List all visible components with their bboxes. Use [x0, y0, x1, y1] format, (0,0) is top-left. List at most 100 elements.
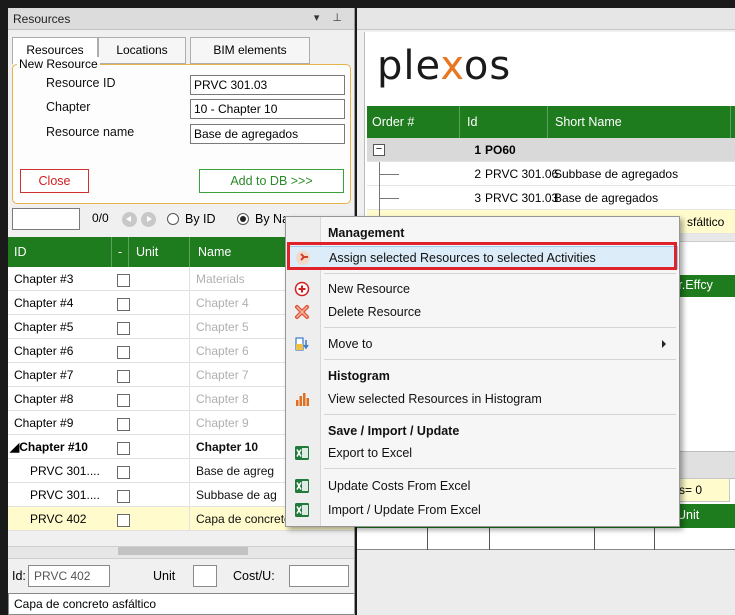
resource-name-label: Resource name [46, 125, 135, 139]
chapter-field[interactable]: 10 - Chapter 10 [190, 99, 345, 119]
row-id: Chapter #9 [14, 416, 74, 430]
row-id: PRVC 402 [30, 512, 87, 526]
col-unit-header[interactable]: Unit [136, 245, 158, 259]
row-short-name: sfáltico [687, 215, 725, 229]
row-id: PRVC 301.06 [485, 167, 559, 181]
chapter-label: Chapter [46, 100, 91, 114]
row-id: Chapter #5 [14, 320, 74, 334]
row-checkbox[interactable] [117, 418, 130, 431]
menu-item-view-histogram[interactable]: View selected Resources in Histogram [287, 388, 678, 411]
row-id: Chapter #6 [14, 344, 74, 358]
menu-item-label: Move to [328, 337, 373, 351]
row-id: Chapter #3 [14, 272, 74, 286]
highlight-annotation-box [287, 242, 677, 270]
tab-locations[interactable]: Locations [98, 37, 186, 64]
row-id: Chapter #4 [14, 296, 74, 310]
submenu-arrow-icon [662, 340, 666, 348]
by-name-radio[interactable] [237, 213, 249, 225]
collapse-icon[interactable]: − [373, 144, 385, 156]
col-order-header[interactable]: Order # [372, 115, 414, 129]
row-order: 3 [474, 191, 481, 205]
detail-unit-field[interactable] [193, 565, 217, 587]
activity-row[interactable]: 2 PRVC 301.06 Subbase de agregados [367, 162, 735, 186]
add-icon [294, 281, 310, 297]
menu-section-histogram: Histogram [328, 369, 390, 383]
row-checkbox[interactable] [117, 394, 130, 407]
search-count: 0/0 [92, 211, 109, 225]
panel-title-bar: Resources ▾ ⊥ [8, 8, 354, 30]
detail-cost-field[interactable] [289, 565, 349, 587]
search-input[interactable] [12, 208, 80, 230]
scrollbar-thumb[interactable] [118, 547, 248, 555]
menu-item-new-resource[interactable]: New Resource [287, 278, 678, 301]
menu-item-update-costs[interactable]: Update Costs From Excel [287, 475, 678, 498]
activities-grid-header: Order # Id Short Name D [367, 106, 735, 138]
delete-icon [295, 305, 309, 319]
row-checkbox[interactable] [117, 298, 130, 311]
row-name: Chapter 8 [196, 392, 249, 406]
close-button[interactable]: Close [20, 169, 89, 193]
row-short-name: Base de agregados [554, 191, 659, 205]
cost-grid-empty-row [357, 528, 735, 550]
new-resource-legend: New Resource [17, 57, 100, 71]
detail-unit-label: Unit [153, 569, 176, 583]
logo-text-start: ple [377, 43, 441, 89]
row-name: Chapter 10 [196, 440, 259, 454]
previous-match-button[interactable] [122, 212, 137, 227]
col-id-header[interactable]: ID [14, 245, 27, 259]
col-name-header[interactable]: Name [198, 245, 231, 259]
row-order: 1 [474, 143, 481, 157]
menu-item-import-update[interactable]: Import / Update From Excel [287, 499, 678, 522]
row-id: PRVC 301.... [30, 488, 100, 502]
row-name: Subbase de ag [196, 488, 277, 502]
excel-icon [295, 479, 309, 493]
row-checkbox[interactable] [117, 514, 130, 527]
next-match-button[interactable] [141, 212, 156, 227]
detail-id-label: Id: [12, 569, 26, 583]
detail-id-field[interactable]: PRVC 402 [28, 565, 110, 587]
row-checkbox[interactable] [117, 442, 130, 455]
menu-item-export-excel[interactable]: Export to Excel [287, 442, 678, 465]
by-id-label: By ID [185, 212, 216, 226]
row-name: Chapter 9 [196, 416, 249, 430]
menu-item-label: View selected Resources in Histogram [328, 392, 542, 406]
menu-item-delete-resource[interactable]: Delete Resource [287, 301, 678, 324]
row-checkbox[interactable] [117, 274, 130, 287]
col-unit-header[interactable]: Unit [677, 508, 699, 522]
tab-bim-elements[interactable]: BIM elements [190, 37, 310, 64]
plexos-logo: plexos [377, 43, 511, 89]
row-checkbox[interactable] [117, 490, 130, 503]
resource-id-field[interactable]: PRVC 301.03 [190, 75, 345, 95]
col-short-name-header[interactable]: Short Name [555, 115, 622, 129]
row-order: 2 [474, 167, 481, 181]
new-resource-group: New Resource Resource ID PRVC 301.03 Cha… [12, 57, 351, 204]
row-name: Base de agreg [196, 464, 275, 478]
add-to-db-button[interactable]: Add to DB >>> [199, 169, 344, 193]
activity-row[interactable]: 3 PRVC 301.03 Base de agregados [367, 186, 735, 210]
excel-icon [295, 446, 309, 460]
menu-item-label: Export to Excel [328, 446, 413, 460]
menu-item-label: Update Costs From Excel [328, 479, 471, 493]
menu-item-label: New Resource [328, 282, 410, 296]
detail-cost-label: Cost/U: [233, 569, 275, 583]
menu-item-move-to[interactable]: Move to [287, 333, 678, 356]
histogram-icon [296, 393, 309, 406]
row-checkbox[interactable] [117, 466, 130, 479]
row-id: ◢Chapter #10 [10, 440, 88, 454]
row-checkbox[interactable] [117, 322, 130, 335]
right-title-bar [357, 8, 735, 30]
by-id-radio[interactable] [167, 213, 179, 225]
row-checkbox[interactable] [117, 346, 130, 359]
pin-dropdown-controls[interactable]: ▾ ⊥ [314, 11, 347, 24]
row-name: Chapter 7 [196, 368, 249, 382]
col-id-header[interactable]: Id [467, 115, 477, 129]
menu-section-management: Management [328, 226, 405, 240]
detail-description-field[interactable]: Capa de concreto asfáltico [8, 593, 354, 615]
row-checkbox[interactable] [117, 370, 130, 383]
move-icon [295, 337, 309, 351]
resource-name-field[interactable]: Base de agregados [190, 124, 345, 144]
lower-area [357, 550, 735, 615]
row-short-name: Subbase de agregados [554, 167, 679, 181]
activity-group-row[interactable]: − 1 PO60 [367, 138, 735, 162]
col-dash-header[interactable]: - [118, 245, 122, 259]
